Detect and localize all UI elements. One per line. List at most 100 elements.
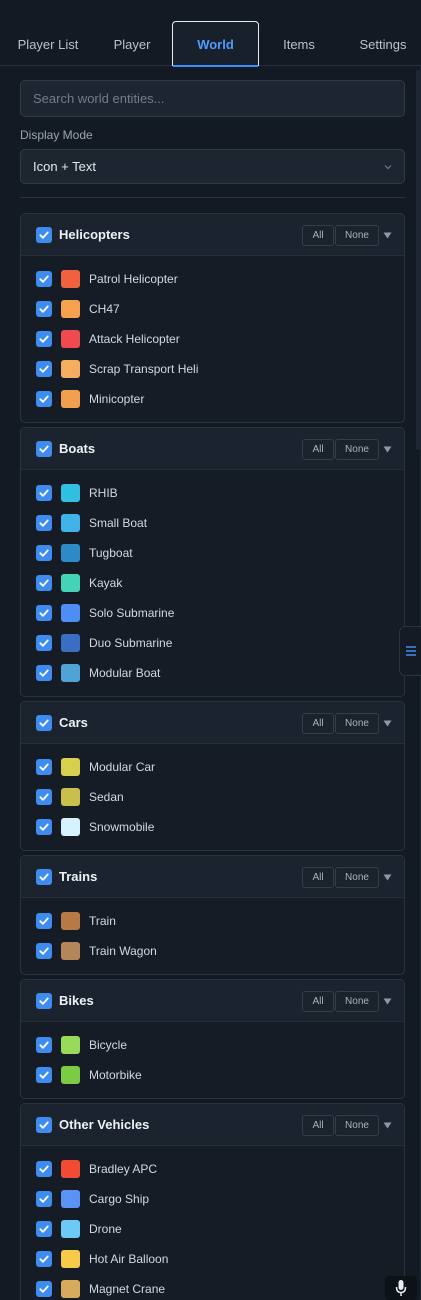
caret-down-icon[interactable]	[380, 716, 394, 730]
color-swatch[interactable]	[61, 1250, 80, 1268]
entity-item[interactable]: Modular Car	[21, 752, 404, 782]
group-checkbox[interactable]	[36, 227, 52, 243]
group-checkbox[interactable]	[36, 441, 52, 457]
item-checkbox[interactable]	[36, 635, 52, 651]
entity-item[interactable]: Attack Helicopter	[21, 324, 404, 354]
item-checkbox[interactable]	[36, 759, 52, 775]
item-checkbox[interactable]	[36, 1191, 52, 1207]
color-swatch[interactable]	[61, 758, 80, 776]
color-swatch[interactable]	[61, 390, 80, 408]
entity-item[interactable]: Motorbike	[21, 1060, 404, 1090]
item-checkbox[interactable]	[36, 301, 52, 317]
select-all-button[interactable]: All	[302, 225, 334, 246]
item-checkbox[interactable]	[36, 819, 52, 835]
entity-item[interactable]: Sedan	[21, 782, 404, 812]
entity-item[interactable]: Train	[21, 906, 404, 936]
group-checkbox[interactable]	[36, 869, 52, 885]
group-checkbox[interactable]	[36, 993, 52, 1009]
color-swatch[interactable]	[61, 330, 80, 348]
select-all-button[interactable]: All	[302, 1115, 334, 1136]
select-none-button[interactable]: None	[335, 867, 379, 888]
entity-item[interactable]: Modular Boat	[21, 658, 404, 688]
item-checkbox[interactable]	[36, 271, 52, 287]
select-none-button[interactable]: None	[335, 991, 379, 1012]
menu-icon[interactable]	[399, 626, 421, 676]
color-swatch[interactable]	[61, 1066, 80, 1084]
item-checkbox[interactable]	[36, 575, 52, 591]
item-checkbox[interactable]	[36, 515, 52, 531]
item-checkbox[interactable]	[36, 1251, 52, 1267]
caret-down-icon[interactable]	[380, 994, 394, 1008]
entity-item[interactable]: Hot Air Balloon	[21, 1244, 404, 1274]
color-swatch[interactable]	[61, 1036, 80, 1054]
item-checkbox[interactable]	[36, 331, 52, 347]
color-swatch[interactable]	[61, 818, 80, 836]
group-checkbox[interactable]	[36, 715, 52, 731]
item-checkbox[interactable]	[36, 1161, 52, 1177]
group-header[interactable]: Helicopters All None	[21, 214, 404, 256]
entity-item[interactable]: Solo Submarine	[21, 598, 404, 628]
group-header[interactable]: Other Vehicles All None	[21, 1104, 404, 1146]
item-checkbox[interactable]	[36, 943, 52, 959]
color-swatch[interactable]	[61, 1190, 80, 1208]
entity-item[interactable]: Bradley APC	[21, 1154, 404, 1184]
item-checkbox[interactable]	[36, 913, 52, 929]
item-checkbox[interactable]	[36, 1281, 52, 1297]
display-mode-select[interactable]: Icon + Text	[20, 149, 405, 184]
item-checkbox[interactable]	[36, 391, 52, 407]
entity-item[interactable]: RHIB	[21, 478, 404, 508]
entity-item[interactable]: Minicopter	[21, 384, 404, 414]
color-swatch[interactable]	[61, 360, 80, 378]
select-all-button[interactable]: All	[302, 439, 334, 460]
search-input[interactable]	[20, 80, 405, 117]
color-swatch[interactable]	[61, 1160, 80, 1178]
color-swatch[interactable]	[61, 912, 80, 930]
caret-down-icon[interactable]	[380, 442, 394, 456]
item-checkbox[interactable]	[36, 789, 52, 805]
group-header[interactable]: Bikes All None	[21, 980, 404, 1022]
entity-item[interactable]: Kayak	[21, 568, 404, 598]
color-swatch[interactable]	[61, 1220, 80, 1238]
color-swatch[interactable]	[61, 942, 80, 960]
tab-player[interactable]: Player	[100, 22, 164, 66]
entity-item[interactable]: Tugboat	[21, 538, 404, 568]
entity-item[interactable]: Bicycle	[21, 1030, 404, 1060]
color-swatch[interactable]	[61, 300, 80, 318]
color-swatch[interactable]	[61, 1280, 80, 1298]
color-swatch[interactable]	[61, 544, 80, 562]
item-checkbox[interactable]	[36, 1067, 52, 1083]
item-checkbox[interactable]	[36, 665, 52, 681]
tab-player-list[interactable]: Player List	[8, 22, 88, 66]
color-swatch[interactable]	[61, 664, 80, 682]
select-all-button[interactable]: All	[302, 867, 334, 888]
caret-down-icon[interactable]	[380, 1118, 394, 1132]
entity-item[interactable]: Drone	[21, 1214, 404, 1244]
select-none-button[interactable]: None	[335, 225, 379, 246]
select-none-button[interactable]: None	[335, 439, 379, 460]
color-swatch[interactable]	[61, 788, 80, 806]
caret-down-icon[interactable]	[380, 228, 394, 242]
entity-item[interactable]: Cargo Ship	[21, 1184, 404, 1214]
entity-item[interactable]: CH47	[21, 294, 404, 324]
color-swatch[interactable]	[61, 270, 80, 288]
tab-world[interactable]: World	[172, 21, 259, 67]
select-none-button[interactable]: None	[335, 1115, 379, 1136]
group-header[interactable]: Trains All None	[21, 856, 404, 898]
entity-item[interactable]: Small Boat	[21, 508, 404, 538]
entity-item[interactable]: Patrol Helicopter	[21, 264, 404, 294]
color-swatch[interactable]	[61, 484, 80, 502]
entity-item[interactable]: Magnet Crane	[21, 1274, 404, 1300]
item-checkbox[interactable]	[36, 545, 52, 561]
entity-item[interactable]: Duo Submarine	[21, 628, 404, 658]
group-header[interactable]: Boats All None	[21, 428, 404, 470]
item-checkbox[interactable]	[36, 1221, 52, 1237]
item-checkbox[interactable]	[36, 605, 52, 621]
group-header[interactable]: Cars All None	[21, 702, 404, 744]
caret-down-icon[interactable]	[380, 870, 394, 884]
entity-item[interactable]: Train Wagon	[21, 936, 404, 966]
item-checkbox[interactable]	[36, 485, 52, 501]
entity-item[interactable]: Scrap Transport Heli	[21, 354, 404, 384]
select-all-button[interactable]: All	[302, 991, 334, 1012]
tab-settings[interactable]: Settings	[350, 22, 416, 66]
select-none-button[interactable]: None	[335, 713, 379, 734]
